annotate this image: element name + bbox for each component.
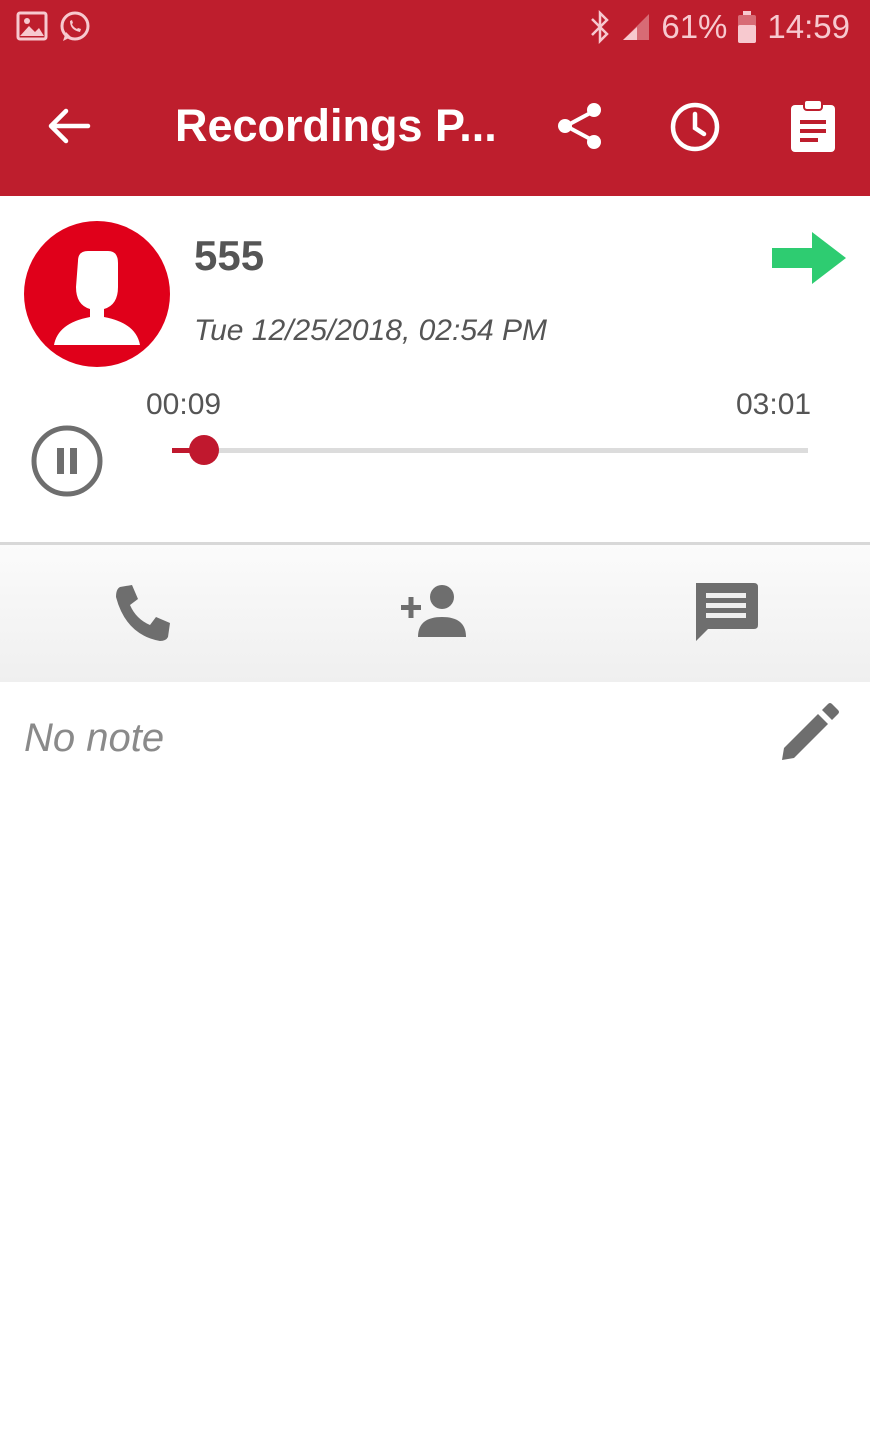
share-icon[interactable]	[554, 100, 606, 152]
app-bar: Recordings P...	[0, 56, 870, 196]
outgoing-arrow-icon	[772, 232, 846, 284]
message-button[interactable]	[690, 581, 762, 645]
clipboard-icon[interactable]	[786, 98, 840, 154]
total-time: 03:01	[736, 388, 812, 421]
current-time: 00:09	[146, 388, 222, 421]
signal-icon	[623, 14, 650, 40]
pencil-icon[interactable]	[778, 702, 840, 764]
status-bar: 61% 14:59	[0, 0, 870, 56]
action-bar	[0, 545, 870, 682]
add-contact-button[interactable]	[398, 581, 470, 645]
contact-name: 555	[194, 232, 265, 279]
recording-card: 555 Tue 12/25/2018, 02:54 PM 00:09 03:01	[0, 196, 870, 544]
clock-time: 14:59	[767, 8, 850, 45]
call-date: Tue 12/25/2018, 02:54 PM	[194, 314, 548, 347]
person-icon	[54, 251, 140, 345]
battery-icon	[738, 11, 757, 43]
gallery-icon	[16, 11, 48, 41]
note-row: No note	[0, 682, 870, 802]
clock-icon[interactable]	[668, 100, 722, 154]
note-text: No note	[24, 716, 165, 760]
page-title: Recordings P...	[175, 100, 497, 151]
seek-thumb[interactable]	[188, 435, 219, 465]
pause-button[interactable]	[30, 424, 104, 498]
call-button[interactable]	[110, 581, 182, 645]
bluetooth-icon	[591, 10, 610, 44]
back-arrow-icon[interactable]	[44, 102, 92, 150]
avatar	[24, 221, 170, 367]
battery-level: 61%	[661, 8, 728, 45]
seek-bar[interactable]	[172, 435, 808, 465]
whatsapp-icon	[60, 11, 90, 41]
